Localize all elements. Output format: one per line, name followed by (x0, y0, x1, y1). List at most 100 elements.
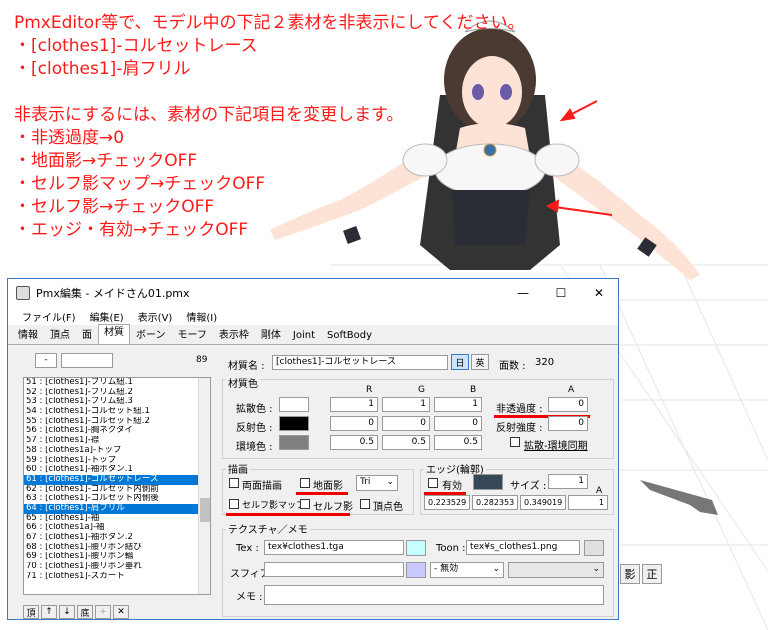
move-bottom-button[interactable]: 底 (77, 605, 93, 619)
self-shadow-checkbox[interactable] (300, 499, 310, 509)
filter-input[interactable] (61, 353, 113, 368)
edge-a-input[interactable]: 1 (568, 495, 608, 510)
tab-material[interactable]: 材質 (98, 324, 130, 344)
material-list-item[interactable]: 56 : [clothes1]-胸ネクタイ (24, 426, 210, 436)
material-name-input[interactable]: [clothes1]-コルセットレース (272, 355, 448, 370)
material-list-item[interactable]: 64 : [clothes1]-肩フリル (24, 503, 210, 514)
memo-input[interactable] (264, 585, 604, 605)
ground-shadow-checkbox[interactable] (300, 478, 310, 488)
ambient-r-input[interactable]: 0.5 (330, 435, 378, 450)
sphere-preview-swatch[interactable] (406, 562, 426, 578)
diffuse-r-input[interactable]: 1 (330, 397, 378, 412)
title-bar[interactable]: Pmx編集 - メイドさん01.pmx — ☐ ✕ (8, 279, 618, 307)
window-title: Pmx編集 - メイドさん01.pmx (36, 287, 190, 300)
material-list-item[interactable]: 58 : [clothes1a]-トップ (24, 446, 210, 456)
diffuse-g-input[interactable]: 1 (382, 397, 430, 412)
material-list-item[interactable]: 63 : [clothes1]-コルセット内側後 (24, 494, 210, 504)
tab-bone[interactable]: ボーン (130, 327, 172, 344)
specular-g-input[interactable]: 0 (382, 416, 430, 431)
material-list-item[interactable]: 54 : [clothes1]-コルセット紐.1 (24, 407, 210, 417)
opacity-input[interactable]: 0 (548, 397, 588, 412)
tab-face[interactable]: 面 (76, 327, 98, 344)
material-list-item[interactable]: 60 : [clothes1]-袖ボタン.1 (24, 465, 210, 475)
material-list-item[interactable]: 69 : [clothes1]-腰リボン輪 (24, 552, 210, 562)
sphere-extra-select[interactable]: ⌄ (508, 562, 604, 578)
minimize-button[interactable]: — (504, 279, 542, 307)
material-list-item[interactable]: 51 : [clothes1]-フリム紐.1 (24, 378, 210, 388)
sphere-mode-select[interactable]: - 無効 ⌄ (430, 562, 504, 578)
double-sided-checkbox[interactable] (229, 478, 239, 488)
japanese-name-button[interactable]: 日 (451, 354, 469, 370)
material-list-item[interactable]: 62 : [clothes1]-コルセット内側前 (24, 485, 210, 495)
tab-vertex[interactable]: 頂点 (44, 327, 76, 344)
scroll-thumb[interactable] (200, 498, 210, 522)
menu-info[interactable]: 情報(I) (186, 309, 217, 324)
menu-edit[interactable]: 編集(E) (90, 309, 124, 324)
tab-joint[interactable]: Joint (287, 327, 321, 344)
move-top-button[interactable]: 頂 (23, 605, 39, 619)
diffuse-b-input[interactable]: 1 (434, 397, 482, 412)
edge-color-swatch[interactable] (473, 474, 503, 490)
filter-combo[interactable]: - (35, 353, 57, 368)
sync-label[interactable]: 拡散-環境同期 (524, 437, 588, 452)
toon-preview-swatch[interactable] (584, 540, 604, 556)
diffuse-color-swatch[interactable] (279, 397, 309, 412)
edge-size-input[interactable]: 1 (548, 474, 588, 489)
material-list-item[interactable]: 67 : [clothes1]-袖ボタン.2 (24, 533, 210, 543)
edge-r-input[interactable]: 0.223529 (424, 495, 470, 510)
edge-b-input[interactable]: 0.349019 (520, 495, 566, 510)
material-list-item[interactable]: 70 : [clothes1]-腰リボン垂れ (24, 562, 210, 572)
material-name-label: 材質名 : (228, 361, 265, 372)
move-down-button[interactable]: ↓ (59, 605, 75, 619)
self-shadow-map-checkbox[interactable] (229, 499, 239, 509)
tex-preview-swatch[interactable] (406, 540, 426, 556)
menu-view[interactable]: 表示(V) (138, 309, 173, 324)
material-list-item[interactable]: 52 : [clothes1]-フリム紐.2 (24, 388, 210, 398)
material-list-item[interactable]: 65 : [clothes1]-袖 (24, 514, 210, 524)
delete-button[interactable]: ✕ (113, 605, 129, 619)
maximize-button[interactable]: ☐ (542, 279, 580, 307)
tab-morph[interactable]: モーフ (172, 327, 213, 344)
tab-softbody[interactable]: SoftBody (321, 327, 378, 344)
specular-color-swatch[interactable] (279, 416, 309, 431)
background-button-shadow[interactable]: 影 (620, 564, 640, 584)
material-list-item[interactable]: 66 : [clothes1a]-袖 (24, 523, 210, 533)
sync-checkbox[interactable] (510, 437, 520, 447)
english-name-button[interactable]: 英 (471, 354, 489, 370)
chevron-down-icon: ⌄ (386, 477, 394, 487)
close-button[interactable]: ✕ (580, 279, 618, 307)
material-count: 89 (196, 355, 208, 365)
material-list-item[interactable]: 55 : [clothes1]-コルセット紐.2 (24, 417, 210, 427)
menu-file[interactable]: ファイル(F) (22, 309, 76, 324)
tex-input[interactable]: tex¥clothes1.tga (264, 540, 404, 555)
ambient-color-swatch[interactable] (279, 435, 309, 450)
spec-power-input[interactable]: 0 (548, 416, 588, 431)
tab-info[interactable]: 情報 (12, 327, 44, 344)
add-button[interactable]: + (95, 605, 111, 619)
material-list-item[interactable]: 59 : [clothes1]-トップ (24, 456, 210, 466)
material-list-item[interactable]: 53 : [clothes1]-フリム紐.3 (24, 397, 210, 407)
specular-r-input[interactable]: 0 (330, 416, 378, 431)
tab-display-frame[interactable]: 表示枠 (213, 327, 255, 344)
vertex-color-checkbox[interactable] (360, 499, 370, 509)
texture-group-title: テクスチャ／メモ (226, 521, 310, 536)
toon-input[interactable]: tex¥s_clothes1.png (466, 540, 580, 555)
material-list[interactable]: 51 : [clothes1]-フリム紐.1 52 : [clothes1]-フリ… (23, 377, 211, 595)
ambient-g-input[interactable]: 0.5 (382, 435, 430, 450)
primitive-select[interactable]: Tri ⌄ (356, 475, 398, 491)
background-button-front[interactable]: 正 (642, 564, 662, 584)
list-scrollbar[interactable] (198, 378, 210, 594)
col-g-label: G (418, 385, 425, 395)
ambient-b-input[interactable]: 0.5 (434, 435, 482, 450)
edge-g-input[interactable]: 0.282353 (472, 495, 518, 510)
opacity-label: 非透過度 : (496, 404, 543, 415)
edge-enabled-checkbox[interactable] (428, 478, 438, 488)
material-list-item[interactable]: 57 : [clothes1]-襟 (24, 436, 210, 446)
material-list-item[interactable]: 68 : [clothes1]-腰リボン結び (24, 543, 210, 553)
sphere-input[interactable] (264, 562, 404, 577)
move-up-button[interactable]: ↑ (41, 605, 57, 619)
material-list-item[interactable]: 61 : [clothes1]-コルセットレース (24, 474, 210, 485)
specular-b-input[interactable]: 0 (434, 416, 482, 431)
tab-rigid-body[interactable]: 剛体 (255, 327, 287, 344)
material-list-item[interactable]: 71 : [clothes1]-スカート (24, 572, 210, 582)
